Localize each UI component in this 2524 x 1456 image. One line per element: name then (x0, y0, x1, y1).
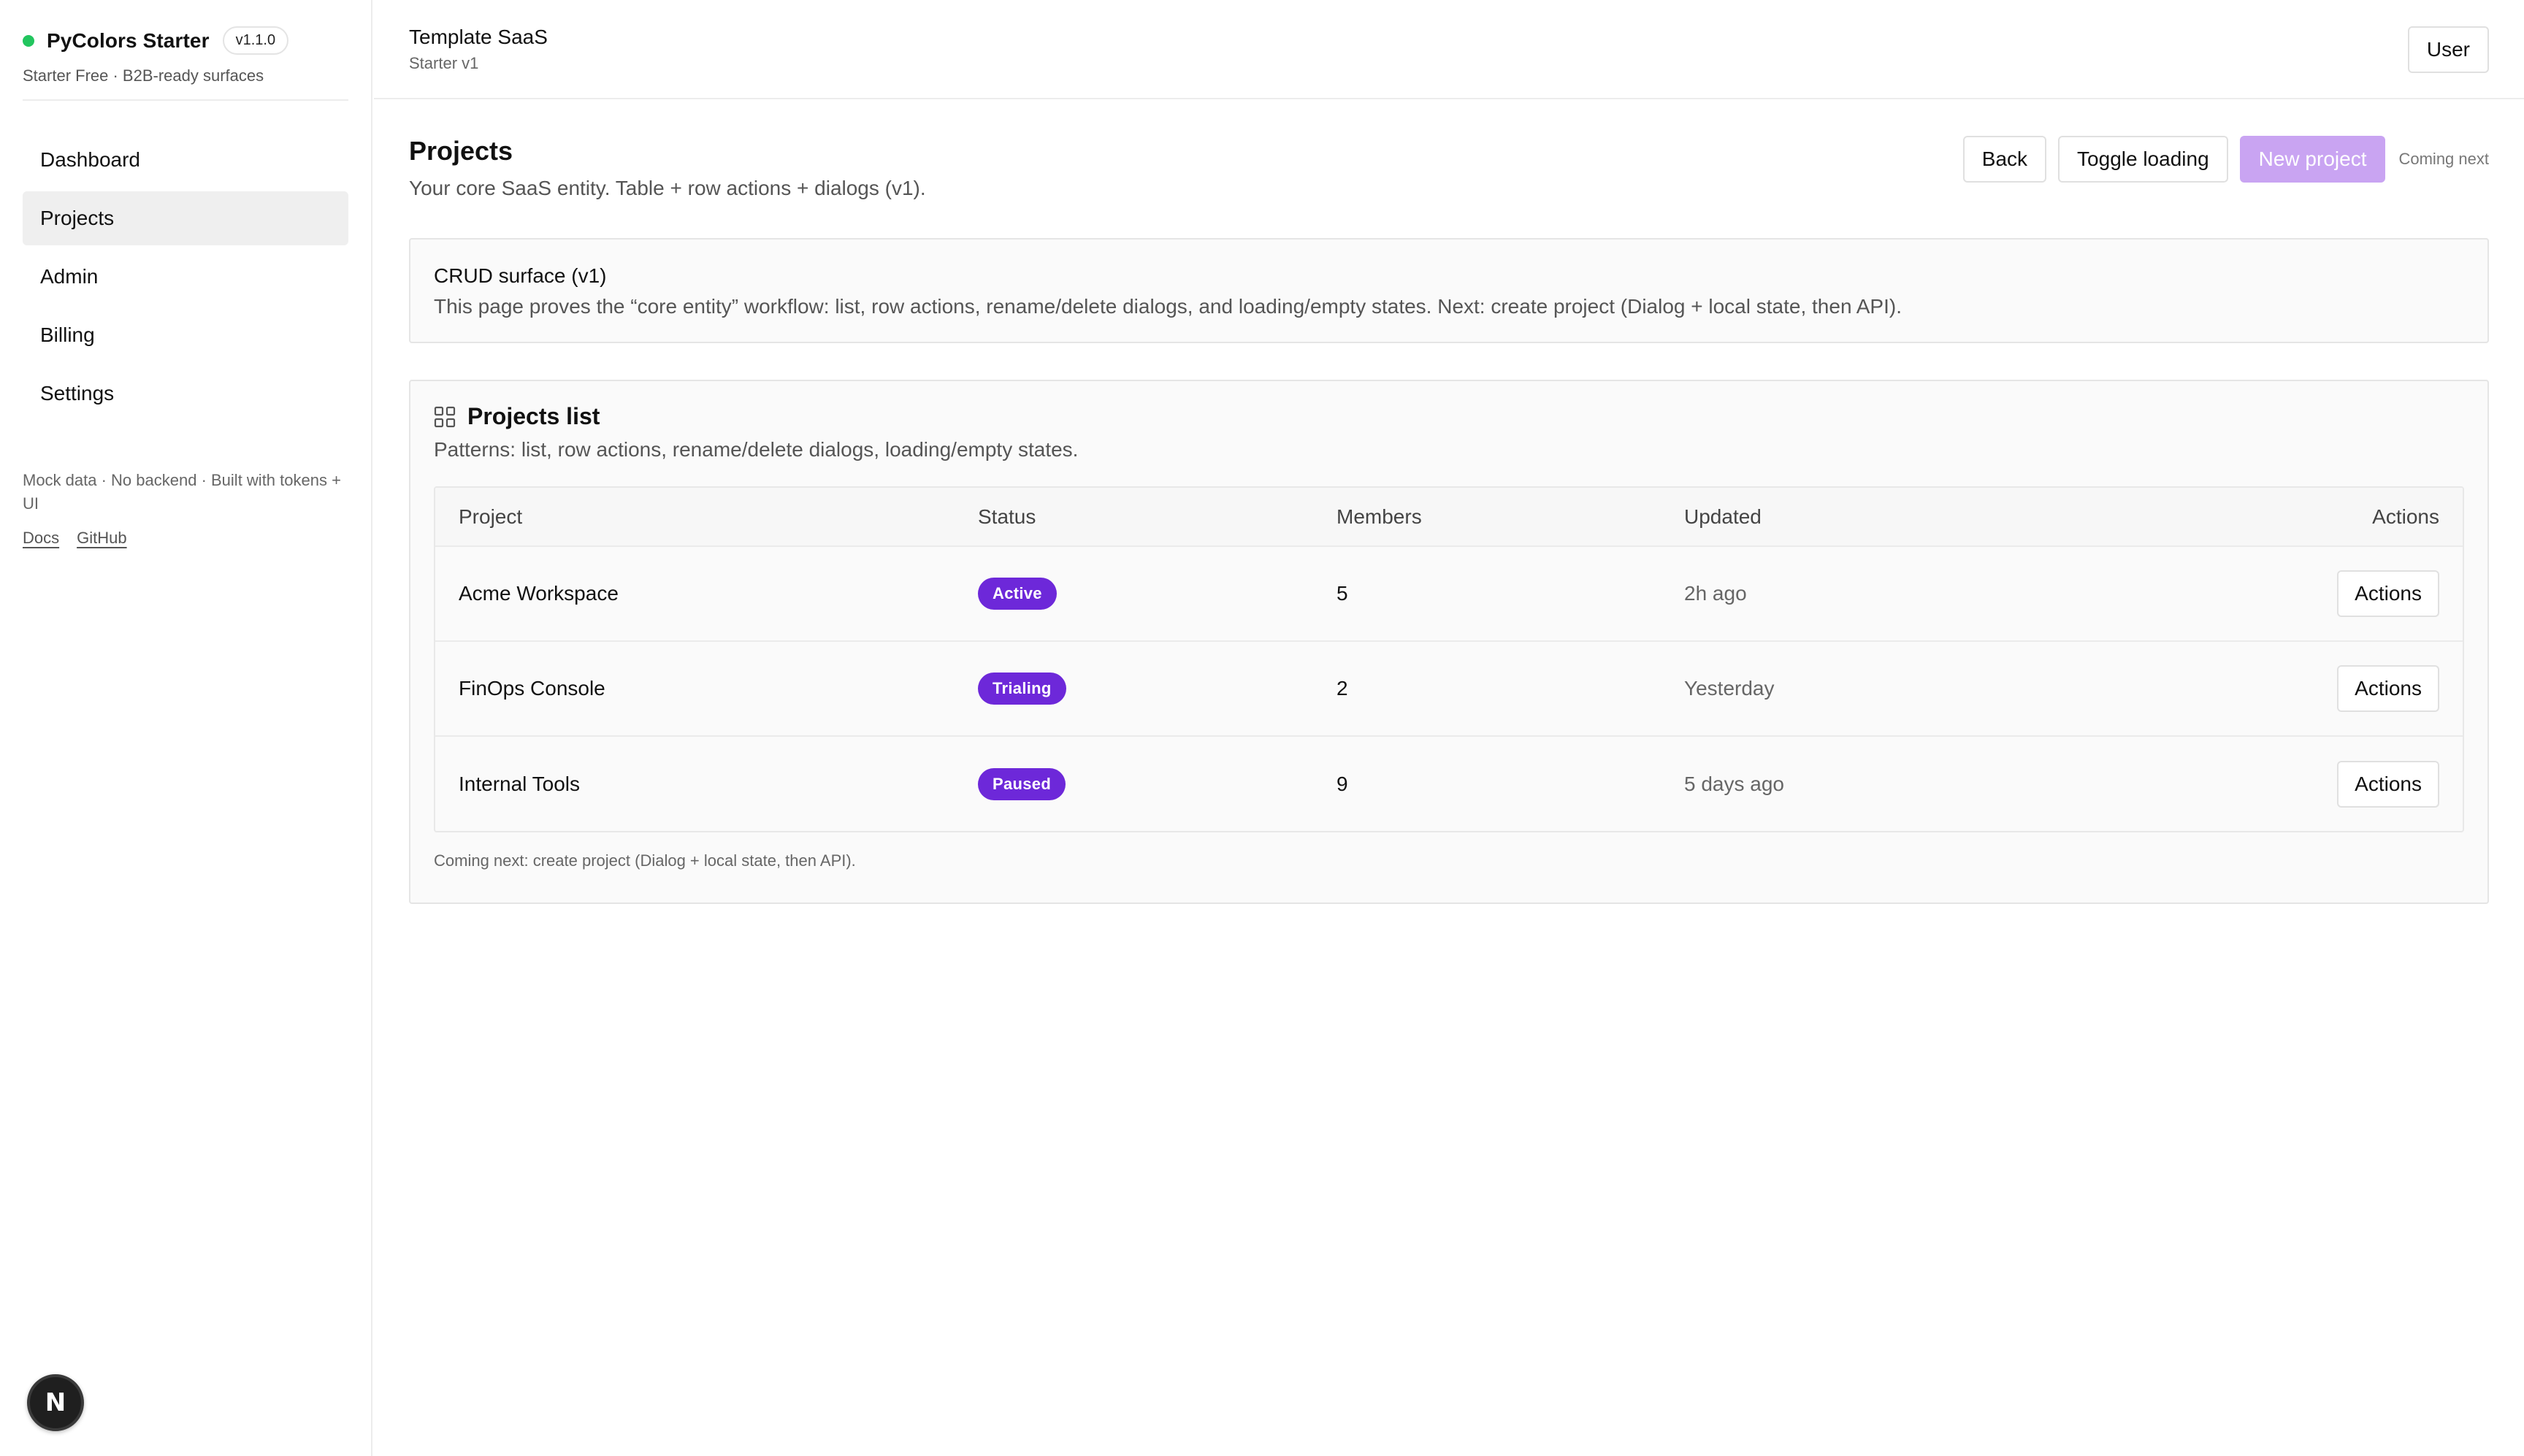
projects-list-title: Projects list (467, 403, 600, 429)
new-project-button[interactable]: New project (2239, 136, 2386, 183)
updated-time: Yesterday (1684, 677, 1775, 700)
sidebar-links: Docs GitHub (23, 529, 127, 548)
column-header-status: Status (978, 488, 1336, 547)
updated-time: 2h ago (1684, 582, 1747, 605)
sidebar-divider (23, 99, 348, 101)
sidebar-item-admin[interactable]: Admin (23, 250, 348, 304)
github-link[interactable]: GitHub (77, 529, 126, 548)
project-name: FinOps Console (459, 677, 605, 700)
main-content: Projects Your core SaaS entity. Table + … (374, 99, 2524, 1456)
toggle-loading-button[interactable]: Toggle loading (2058, 136, 2228, 183)
version-badge: v1.1.0 (222, 26, 289, 55)
status-badge: Trialing (978, 673, 1066, 705)
table-header-row: Project Status Members Updated Actions (435, 488, 2463, 547)
project-name: Acme Workspace (459, 582, 619, 605)
row-actions-button[interactable]: Actions (2337, 665, 2439, 712)
app-subtitle: Starter v1 (409, 54, 479, 72)
info-card-text: This page proves the “core entity” workf… (434, 295, 1902, 318)
page-title: Projects (409, 136, 513, 166)
projects-list-header: Projects list (434, 403, 600, 430)
members-count: 5 (1336, 582, 1348, 605)
projects-list-footer: Coming next: create project (Dialog + lo… (434, 851, 856, 870)
row-actions-button[interactable]: Actions (2337, 570, 2439, 617)
topbar: Template SaaS Starter v1 User (374, 0, 2524, 99)
projects-table: Project Status Members Updated Actions A… (434, 486, 2464, 832)
column-header-members: Members (1336, 488, 1684, 547)
info-card-title: CRUD surface (v1) (434, 264, 607, 287)
coming-next-label: Coming next (2398, 150, 2489, 168)
brand-subtitle: Starter Free · B2B-ready surfaces (23, 66, 264, 85)
status-badge: Paused (978, 767, 1066, 800)
row-actions-button[interactable]: Actions (2337, 760, 2439, 808)
brand: PyColors Starter v1.1.0 (23, 26, 289, 55)
docs-link[interactable]: Docs (23, 529, 59, 548)
projects-list-subtitle: Patterns: list, row actions, rename/dele… (434, 438, 1079, 461)
crud-info-card: CRUD surface (v1) This page proves the “… (409, 238, 2489, 343)
sidebar-item-dashboard[interactable]: Dashboard (23, 133, 348, 187)
table-row: Internal Tools Paused 9 5 days ago Actio… (435, 736, 2463, 831)
back-button[interactable]: Back (1962, 136, 2047, 183)
grid-icon (434, 406, 456, 427)
column-header-actions: Actions (2029, 488, 2463, 547)
table-row: Acme Workspace Active 5 2h ago Actions (435, 546, 2463, 641)
sidebar-item-settings[interactable]: Settings (23, 367, 348, 421)
page-subtitle: Your core SaaS entity. Table + row actio… (409, 177, 926, 199)
sidebar-item-projects[interactable]: Projects (23, 191, 348, 245)
page-actions: Back Toggle loading New project Coming n… (1962, 136, 2489, 183)
app-title: Template SaaS (409, 26, 548, 48)
column-header-project: Project (435, 488, 978, 547)
status-badge: Active (978, 578, 1057, 610)
members-count: 9 (1336, 772, 1348, 795)
sidebar: PyColors Starter v1.1.0 Starter Free · B… (0, 0, 372, 1456)
column-header-updated: Updated (1684, 488, 2030, 547)
projects-list-card: Projects list Patterns: list, row action… (409, 380, 2489, 904)
table-row: FinOps Console Trialing 2 Yesterday Acti… (435, 641, 2463, 736)
sidebar-nav: Dashboard Projects Admin Billing Setting… (23, 133, 348, 425)
brand-name: PyColors Starter (47, 28, 210, 52)
sidebar-note: Mock data · No backend · Built with toke… (23, 471, 341, 513)
updated-time: 5 days ago (1684, 772, 1784, 795)
dev-tools-badge[interactable]: N (27, 1374, 84, 1431)
status-dot-icon (23, 34, 34, 47)
sidebar-item-billing[interactable]: Billing (23, 308, 348, 362)
project-name: Internal Tools (459, 772, 581, 795)
members-count: 2 (1336, 677, 1348, 700)
user-menu-button[interactable]: User (2407, 26, 2489, 73)
